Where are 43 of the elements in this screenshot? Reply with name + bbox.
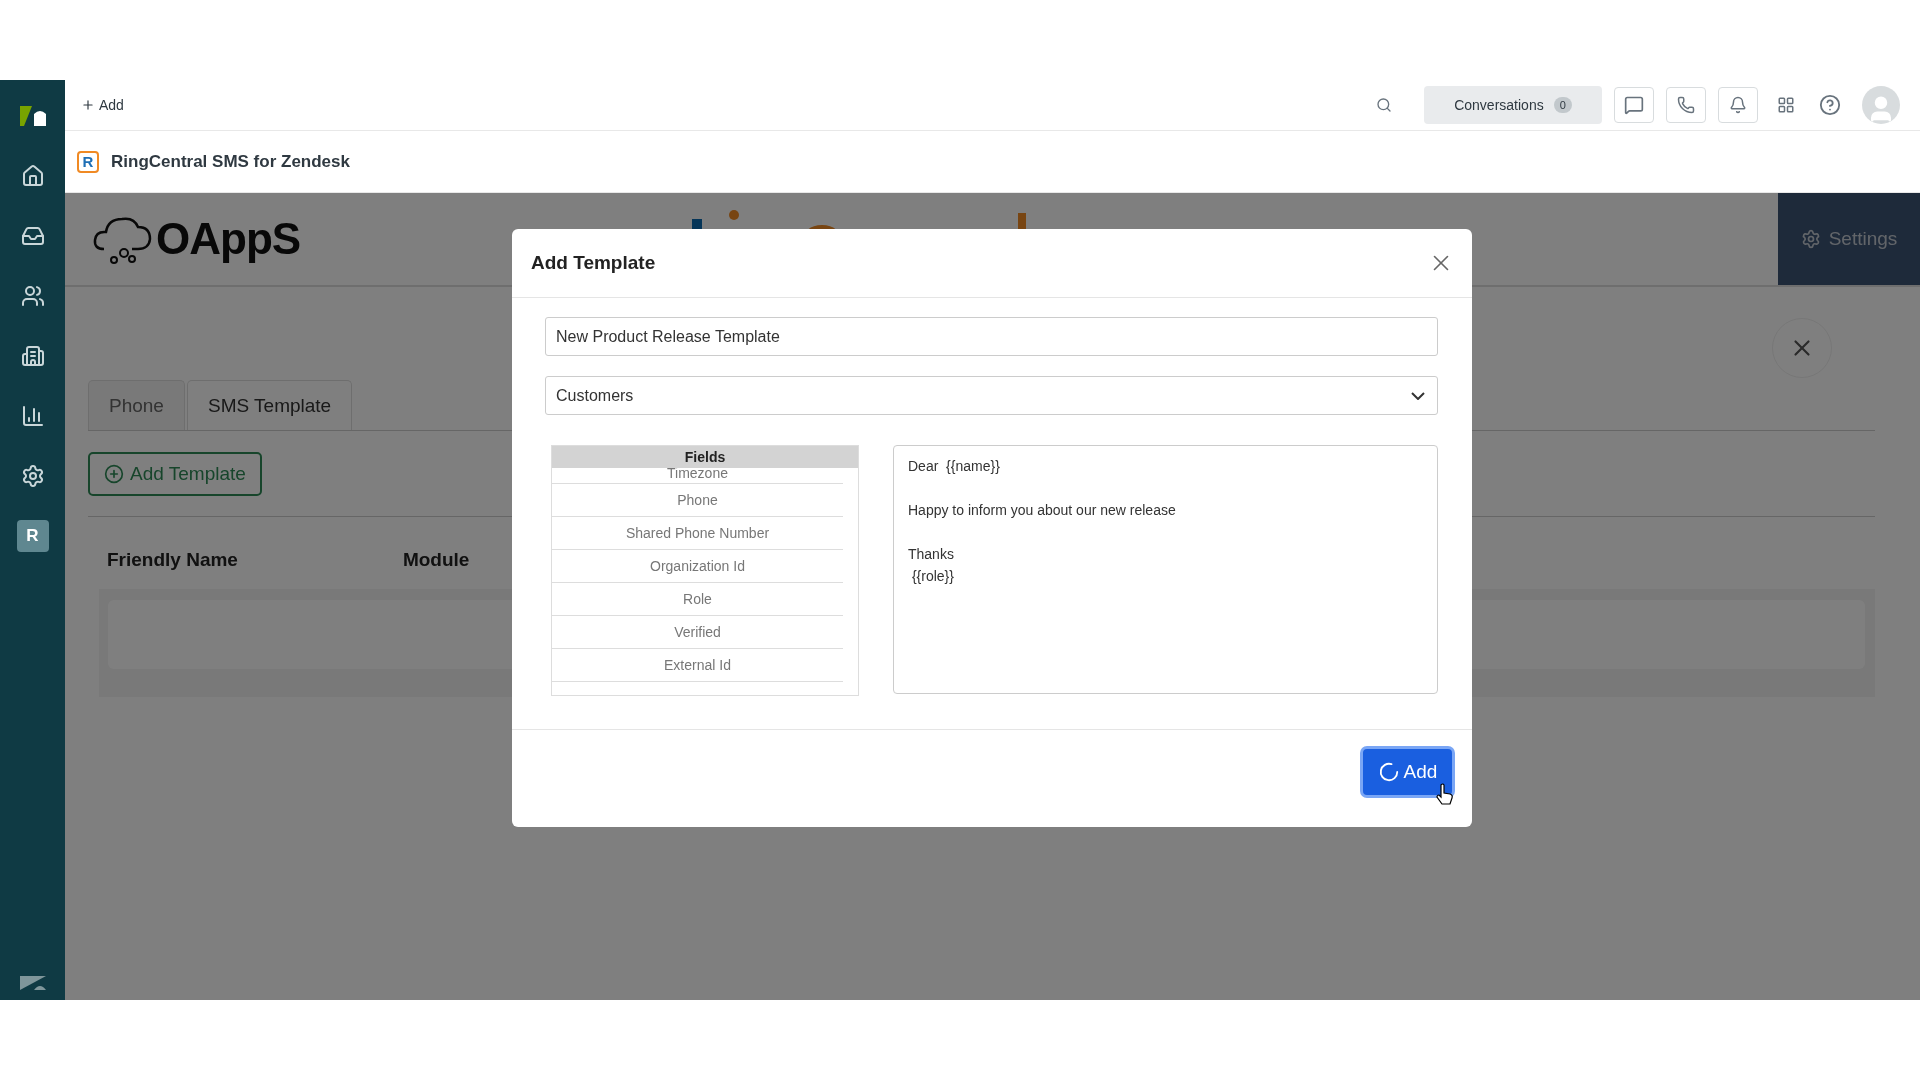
list-header: Fields — [552, 446, 858, 468]
chat-icon[interactable] — [1614, 87, 1654, 123]
app-icon[interactable]: R — [16, 520, 49, 552]
logo-icon — [17, 104, 48, 128]
plus-circle-icon — [104, 464, 124, 484]
add-button[interactable]: Add — [1360, 746, 1455, 798]
message-field[interactable]: Dear {{name}} Happy to inform you about our new release Thanks {{role}} — [893, 445, 1438, 694]
logo-icon — [17, 974, 48, 992]
bell-icon[interactable] — [1718, 87, 1758, 123]
add-template-button[interactable]: Add Template — [88, 452, 262, 496]
tab[interactable]: Phone — [88, 380, 185, 430]
count-badge: 0 — [1553, 97, 1572, 113]
chevron-down-icon — [1411, 391, 1425, 400]
brand-logo: OAppS — [156, 214, 301, 264]
column-header: Friendly Name — [107, 549, 238, 571]
sidebar-icon[interactable] — [20, 224, 45, 248]
field-item[interactable]: Shared Phone Number — [552, 517, 843, 550]
column-header: Module — [402, 549, 470, 571]
settings-icon — [1800, 229, 1821, 249]
app-icon: R — [77, 150, 99, 173]
dialog-title: Add Template — [531, 252, 656, 274]
field-item[interactable]: Timezone — [552, 468, 843, 484]
spinner-icon — [1377, 761, 1400, 783]
plus-icon — [81, 98, 95, 112]
app-title: RingCentral SMS for Zendesk — [111, 151, 350, 172]
tab[interactable]: SMS Template — [186, 380, 353, 430]
field-item[interactable]: External Id — [552, 649, 843, 682]
field-item[interactable]: Verified — [552, 616, 843, 649]
phone-icon[interactable] — [1666, 87, 1706, 123]
hand-cursor-icon — [1436, 783, 1454, 805]
sidebar-icon[interactable] — [20, 164, 45, 188]
field-item[interactable]: Role — [552, 583, 843, 616]
conversations-button[interactable]: Conversations 0 — [1424, 86, 1602, 124]
field-item[interactable]: Phone — [552, 484, 843, 517]
settings-button[interactable]: Settings — [1778, 193, 1920, 285]
sidebar-icon[interactable] — [20, 344, 45, 368]
add-button[interactable]: Add — [81, 97, 124, 113]
sidebar-icon[interactable] — [20, 404, 45, 428]
sidebar-icon[interactable] — [20, 464, 45, 488]
module-select[interactable]: Customers — [545, 376, 1438, 415]
field-item[interactable]: Organization Id — [552, 550, 843, 583]
sidebar-icon[interactable] — [20, 284, 45, 308]
name-field[interactable]: New Product Release Template — [545, 317, 1438, 356]
